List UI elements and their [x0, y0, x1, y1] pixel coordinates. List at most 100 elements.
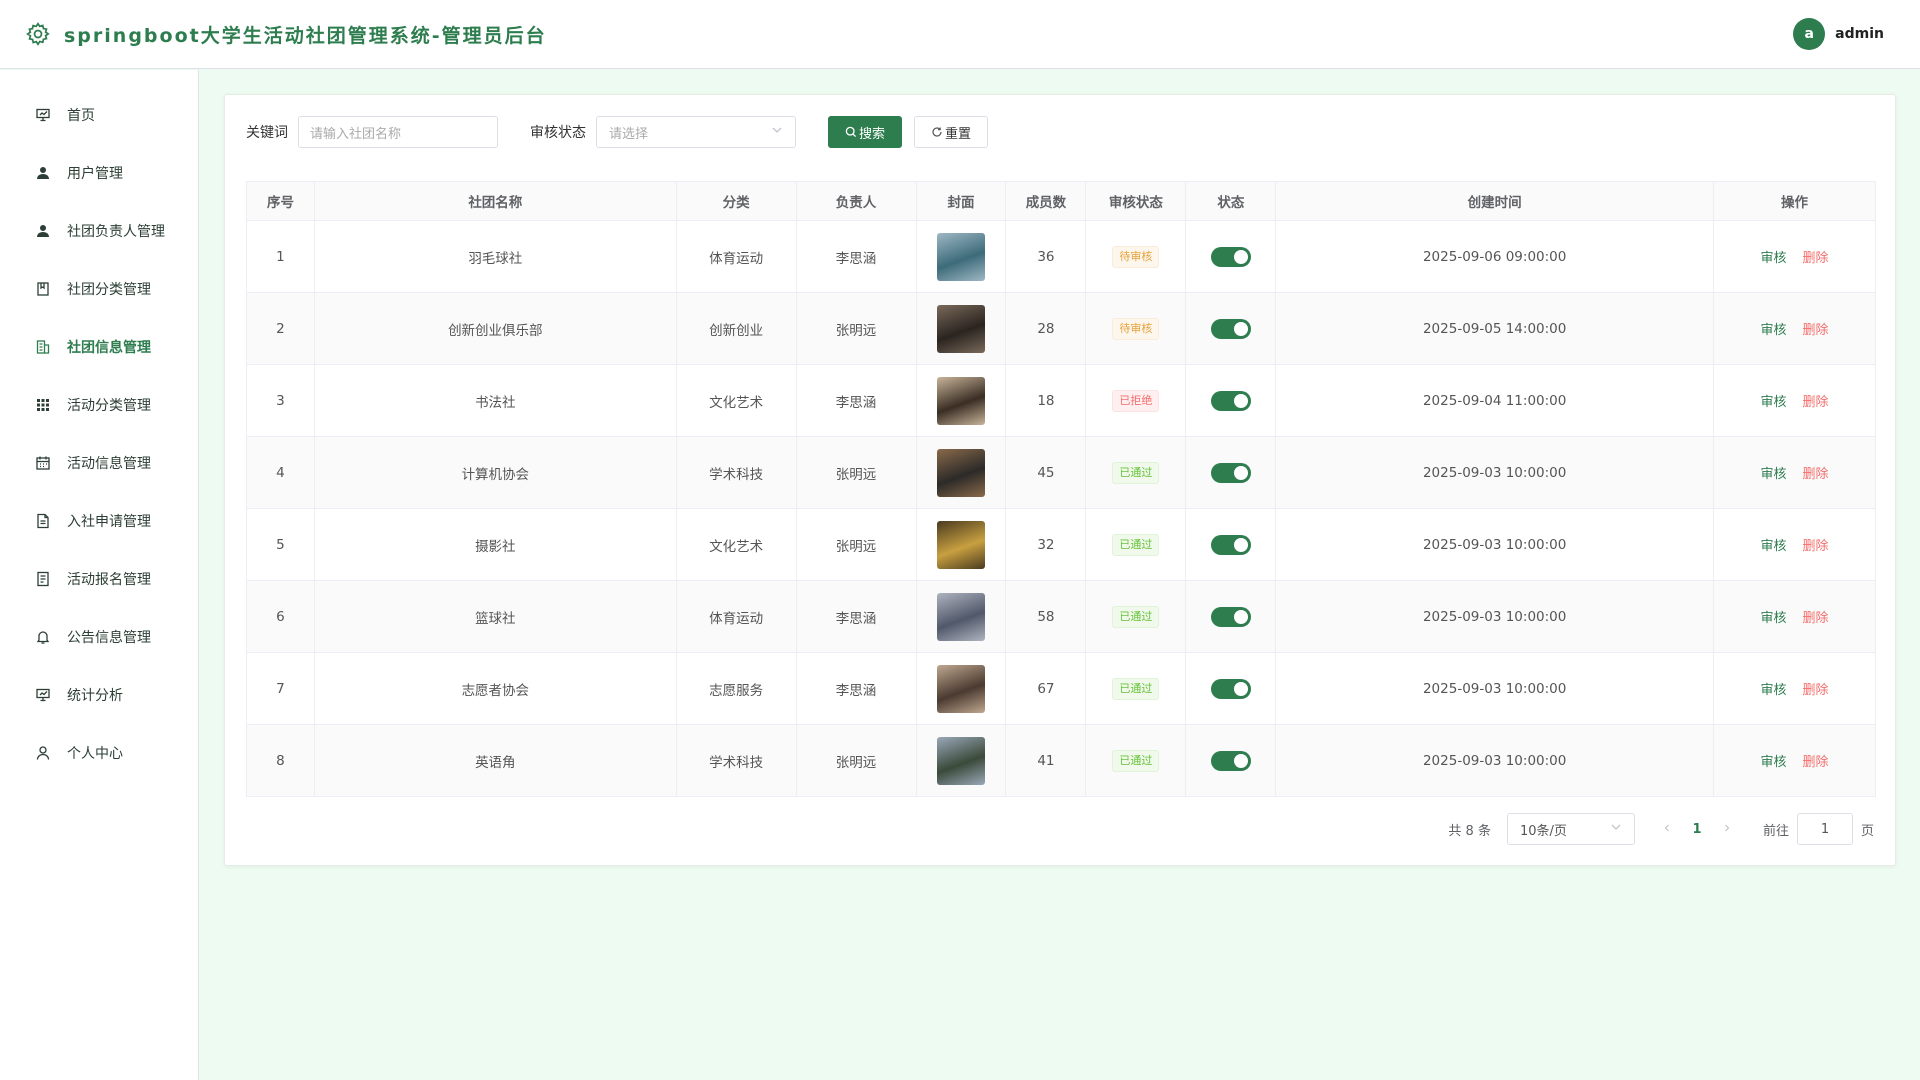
delete-button[interactable]: 删除	[1803, 755, 1829, 770]
enabled-cell	[1185, 508, 1277, 581]
search-button[interactable]: 搜索	[828, 116, 902, 148]
sidebar-item-11[interactable]: 统计分析	[0, 666, 198, 724]
table-row: 1 羽毛球社 体育运动 李思涵 36 待审核 2025-09-06 09:00:00 审核 删除	[246, 220, 1876, 293]
status-toggle[interactable]	[1210, 534, 1251, 555]
cover-image[interactable]	[936, 736, 985, 785]
delete-button[interactable]: 删除	[1803, 251, 1829, 266]
sidebar-item-7[interactable]: 活动信息管理	[0, 434, 198, 492]
keyword-input[interactable]: 请输入社团名称	[298, 116, 498, 148]
created-time: 2025-09-03 10:00:00	[1275, 724, 1715, 797]
club-name: 志愿者协会	[313, 652, 677, 725]
document-icon	[34, 512, 52, 530]
cover-image[interactable]	[936, 448, 985, 497]
sidebar-item-5[interactable]: 社团信息管理	[0, 318, 198, 376]
cover-image[interactable]	[936, 376, 985, 425]
status-toggle[interactable]	[1210, 462, 1251, 483]
created-time: 2025-09-03 10:00:00	[1275, 436, 1715, 509]
status-badge: 已通过	[1112, 533, 1160, 556]
delete-button[interactable]: 删除	[1803, 395, 1829, 410]
row-index: 7	[246, 652, 315, 725]
column-header: 创建时间	[1275, 181, 1715, 221]
cover-cell	[915, 220, 1007, 293]
audit-button[interactable]: 审核	[1761, 755, 1787, 770]
sidebar-item-label: 公告信息管理	[67, 630, 151, 646]
username[interactable]: admin	[1835, 26, 1884, 42]
member-count: 58	[1005, 580, 1087, 653]
status-toggle[interactable]	[1210, 750, 1251, 771]
club-category: 文化艺术	[675, 508, 797, 581]
delete-button[interactable]: 删除	[1803, 467, 1829, 482]
sidebar-item-1[interactable]: 首页	[0, 86, 198, 144]
sidebar-item-2[interactable]: 用户管理	[0, 144, 198, 202]
cover-image[interactable]	[936, 304, 985, 353]
delete-button[interactable]: 删除	[1803, 539, 1829, 554]
audit-button[interactable]: 审核	[1761, 539, 1787, 554]
enabled-cell	[1185, 580, 1277, 653]
table-row: 7 志愿者协会 志愿服务 李思涵 67 已通过 2025-09-03 10:00:00 审核 删…	[246, 652, 1876, 725]
audit-button[interactable]: 审核	[1761, 683, 1787, 698]
status-select[interactable]: 请选择	[596, 116, 796, 148]
sidebar-item-label: 入社申请管理	[67, 514, 151, 530]
audit-status-cell: 已通过	[1085, 724, 1187, 797]
page-suffix: 页	[1860, 823, 1874, 839]
user-icon	[34, 164, 52, 182]
status-toggle[interactable]	[1210, 318, 1251, 339]
avatar[interactable]: a	[1793, 18, 1826, 50]
member-count: 28	[1005, 292, 1087, 365]
cover-cell	[915, 652, 1007, 725]
audit-button[interactable]: 审核	[1761, 251, 1787, 266]
page-size-select[interactable]: 10条/页	[1506, 813, 1635, 845]
status-toggle[interactable]	[1210, 390, 1251, 411]
club-name: 羽毛球社	[313, 220, 677, 293]
audit-button[interactable]: 审核	[1761, 611, 1787, 626]
goto-page-input[interactable]: 1	[1796, 813, 1853, 845]
audit-button[interactable]: 审核	[1761, 323, 1787, 338]
status-badge: 已通过	[1112, 677, 1160, 700]
sidebar-item-6[interactable]: 活动分类管理	[0, 376, 198, 434]
next-page-button[interactable]	[1715, 822, 1739, 837]
person-icon	[34, 744, 52, 762]
sidebar-item-9[interactable]: 活动报名管理	[0, 550, 198, 608]
club-category: 志愿服务	[675, 652, 797, 725]
app-title: springboot大学生活动社团管理系统-管理员后台	[64, 24, 547, 47]
sidebar-item-12[interactable]: 个人中心	[0, 724, 198, 782]
club-leader: 李思涵	[795, 652, 917, 725]
delete-button[interactable]: 删除	[1803, 611, 1829, 626]
sidebar-item-10[interactable]: 公告信息管理	[0, 608, 198, 666]
status-toggle[interactable]	[1210, 246, 1251, 267]
row-index: 8	[246, 724, 315, 797]
created-time: 2025-09-05 14:00:00	[1275, 292, 1715, 365]
audit-button[interactable]: 审核	[1761, 467, 1787, 482]
cover-image[interactable]	[936, 664, 985, 713]
club-category: 体育运动	[675, 220, 797, 293]
page-number-current[interactable]: 1	[1683, 822, 1711, 837]
member-count: 41	[1005, 724, 1087, 797]
pagination: 共 8 条 10条/页 1 前往 1 页	[1448, 813, 1874, 845]
user-menu[interactable]: a admin	[1793, 18, 1884, 50]
audit-button[interactable]: 审核	[1761, 395, 1787, 410]
cover-image[interactable]	[936, 232, 985, 281]
status-toggle[interactable]	[1210, 678, 1251, 699]
search-button-label: 搜索	[858, 126, 885, 142]
sidebar-item-3[interactable]: 社团负责人管理	[0, 202, 198, 260]
status-toggle[interactable]	[1210, 606, 1251, 627]
delete-button[interactable]: 删除	[1803, 323, 1829, 338]
audit-status-cell: 已通过	[1085, 436, 1187, 509]
list-icon	[34, 570, 52, 588]
cover-cell	[915, 724, 1007, 797]
club-leader: 张明远	[795, 508, 917, 581]
cover-image[interactable]	[936, 520, 985, 569]
reset-button[interactable]: 重置	[914, 116, 988, 148]
delete-button[interactable]: 删除	[1803, 683, 1829, 698]
row-index: 4	[246, 436, 315, 509]
audit-status-cell: 待审核	[1085, 220, 1187, 293]
sidebar-item-8[interactable]: 入社申请管理	[0, 492, 198, 550]
prev-page-button[interactable]	[1655, 822, 1679, 837]
column-header: 序号	[246, 181, 315, 221]
sidebar-item-label: 统计分析	[67, 688, 123, 704]
sidebar-item-4[interactable]: 社团分类管理	[0, 260, 198, 318]
cover-image[interactable]	[936, 592, 985, 641]
created-time: 2025-09-03 10:00:00	[1275, 580, 1715, 653]
total-count: 共 8 条	[1448, 823, 1491, 839]
sidebar-item-label: 活动报名管理	[67, 572, 151, 588]
